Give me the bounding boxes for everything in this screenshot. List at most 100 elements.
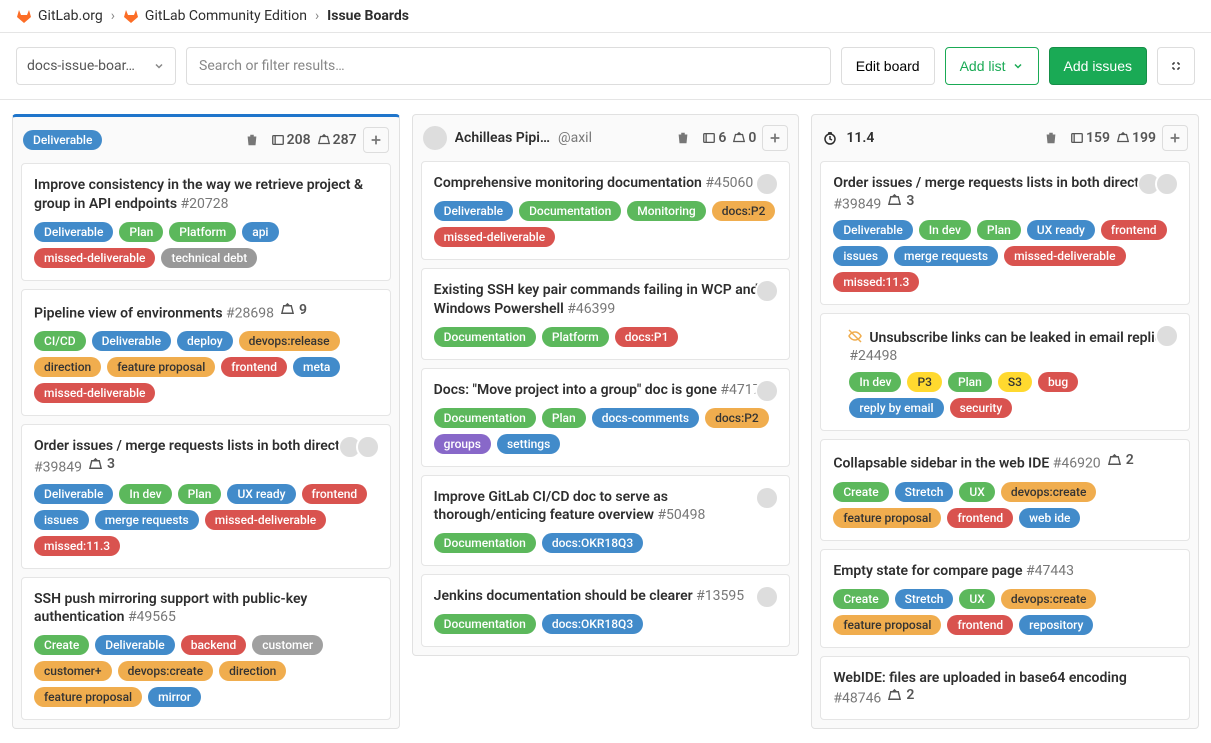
issue-label[interactable]: In dev [119,484,171,504]
issue-card[interactable]: Jenkins documentation should be clearer … [421,574,791,647]
edit-board-button[interactable]: Edit board [841,47,935,85]
issue-label[interactable]: docs:OKR18Q3 [542,614,643,634]
issue-card[interactable]: Order issues / merge requests lists in b… [21,424,391,568]
issue-label[interactable]: issues [34,510,89,530]
avatar[interactable] [755,279,779,303]
issue-label[interactable]: Plan [977,220,1021,240]
assignee-avatars[interactable] [761,279,779,303]
issue-label[interactable]: frontend [947,615,1013,635]
issue-label[interactable]: technical debt [161,248,257,268]
issue-label[interactable]: reply by email [849,398,943,418]
assignee-avatars[interactable] [344,435,380,459]
issue-label[interactable]: missed-deliverable [205,510,326,530]
issue-label[interactable]: UX [959,589,994,609]
issue-label[interactable]: missed:11.3 [34,536,120,556]
avatar[interactable] [356,435,380,459]
issue-label[interactable]: settings [497,434,560,454]
issue-label[interactable]: missed-deliverable [1004,246,1125,266]
assignee-avatars[interactable] [761,172,779,196]
issue-label[interactable]: missed-deliverable [34,383,155,403]
issue-label[interactable]: CI/CD [34,331,86,351]
issue-label[interactable]: repository [1019,615,1093,635]
issue-label[interactable]: missed:11.3 [833,272,919,292]
issue-card[interactable]: Collapsable sidebar in the web IDE #4692… [820,439,1190,540]
issue-label[interactable]: issues [833,246,888,266]
issue-label[interactable]: Monitoring [627,201,706,221]
issue-label[interactable]: bug [1038,372,1078,392]
issue-card[interactable]: Pipeline view of environments #286989 CI… [21,289,391,416]
issue-label[interactable]: In dev [849,372,901,392]
issue-label[interactable]: backend [181,635,247,655]
issue-card[interactable]: SSH push mirroring support with public-k… [21,577,391,721]
assignee-avatars[interactable] [761,585,779,609]
issue-label[interactable]: devops:create [1001,589,1097,609]
issue-label[interactable]: web ide [1019,508,1080,528]
delete-list-button[interactable] [1038,125,1064,151]
assignee-avatars[interactable] [761,379,779,403]
avatar[interactable] [1155,324,1179,348]
issue-label[interactable]: frontend [947,508,1013,528]
issue-label[interactable]: devops:create [118,661,214,681]
issue-label[interactable]: direction [219,661,286,681]
breadcrumb-item[interactable]: Issue Boards [327,8,409,24]
assignee-avatars[interactable] [1161,324,1179,348]
issue-label[interactable]: frontend [1101,220,1167,240]
issue-label[interactable]: Documentation [519,201,621,221]
issue-label[interactable]: docs:P2 [705,408,769,428]
new-issue-button[interactable] [762,125,788,151]
avatar[interactable] [1155,172,1179,196]
issue-label[interactable]: Stretch [895,482,954,502]
issue-label[interactable]: Documentation [434,408,536,428]
issue-label[interactable]: In dev [919,220,971,240]
issue-label[interactable]: missed-deliverable [34,248,155,268]
issue-card[interactable]: Order issues / merge requests lists in b… [820,161,1190,305]
issue-card[interactable]: Unsubscribe links can be leaked in email… [820,313,1190,431]
issue-label[interactable]: customer [252,635,323,655]
issue-label[interactable]: Create [833,589,888,609]
issue-label[interactable]: P3 [907,372,941,392]
issue-label[interactable]: Plan [119,222,163,242]
issue-label[interactable]: security [950,398,1013,418]
issue-card[interactable]: Improve GitLab CI/CD doc to serve as tho… [421,475,791,567]
issue-label[interactable]: groups [434,434,491,454]
issue-label[interactable]: Create [833,482,888,502]
avatar[interactable] [423,126,447,150]
assignee-avatars[interactable] [761,486,779,510]
issue-label[interactable]: frontend [302,484,368,504]
issue-label[interactable]: Plan [948,372,992,392]
issue-label[interactable]: Platform [169,222,236,242]
issue-label[interactable]: direction [34,357,101,377]
issue-label[interactable]: UX ready [227,484,295,504]
issue-label[interactable]: docs:OKR18Q3 [542,533,643,553]
issue-label[interactable]: devops:create [1001,482,1097,502]
new-issue-button[interactable] [1162,125,1188,151]
avatar[interactable] [755,379,779,403]
avatar[interactable] [755,486,779,510]
issue-label[interactable]: Stretch [895,589,954,609]
issue-label[interactable]: deploy [177,331,233,351]
issue-label[interactable]: docs-comments [592,408,699,428]
delete-list-button[interactable] [670,125,696,151]
issue-label[interactable]: Deliverable [434,201,513,221]
issue-label[interactable]: frontend [221,357,287,377]
focus-mode-button[interactable] [1157,47,1195,85]
issue-label[interactable]: docs:P1 [615,327,679,347]
issue-label[interactable]: feature proposal [107,357,215,377]
issue-label[interactable]: Documentation [434,614,536,634]
issue-label[interactable]: docs:P2 [712,201,776,221]
issue-label[interactable]: Plan [178,484,222,504]
issue-label[interactable]: mirror [148,687,201,707]
issue-label[interactable]: api [242,222,278,242]
issue-card[interactable]: Comprehensive monitoring documentation #… [421,161,791,260]
breadcrumb-item[interactable]: GitLab Community Edition [123,8,307,24]
search-input[interactable]: Search or filter results… [186,47,831,85]
issue-label[interactable]: Deliverable [34,484,113,504]
assignee-avatars[interactable] [1143,172,1179,196]
delete-list-button[interactable] [239,127,265,153]
issue-label[interactable]: missed-deliverable [434,227,555,247]
issue-label[interactable]: feature proposal [833,615,941,635]
issue-card[interactable]: Improve consistency in the way we retrie… [21,163,391,281]
board-switcher[interactable]: docs-issue-boar… [16,47,176,85]
issue-label[interactable]: merge requests [894,246,998,266]
avatar[interactable] [755,585,779,609]
